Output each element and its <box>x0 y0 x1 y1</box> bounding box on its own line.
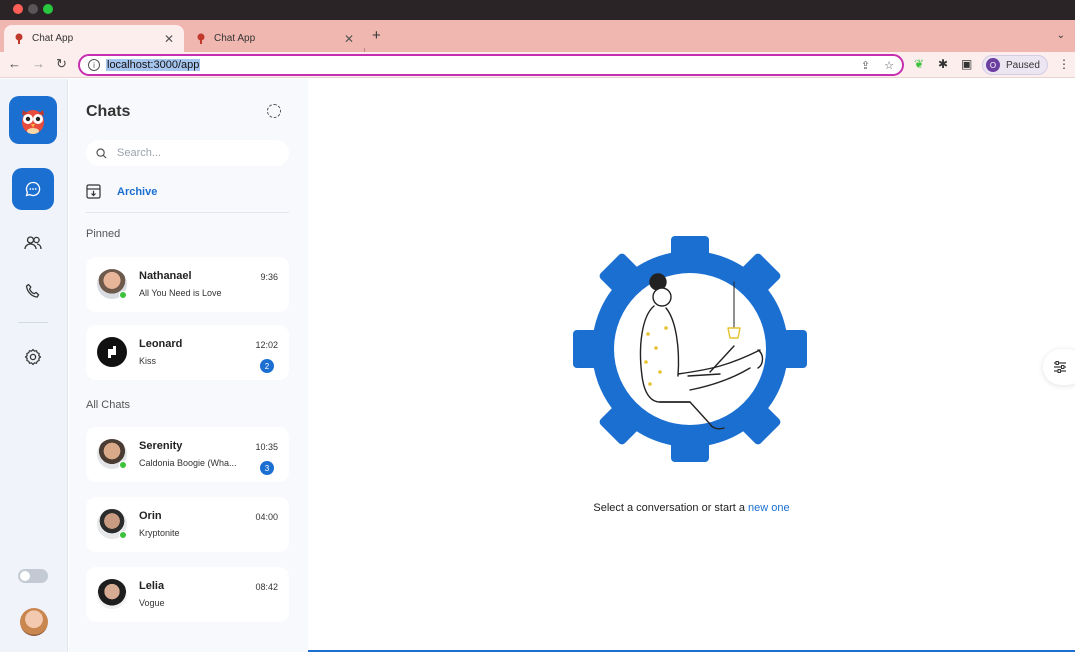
favicon-icon <box>196 33 206 45</box>
minimize-window-button[interactable] <box>28 4 38 14</box>
nav-groups-button[interactable] <box>12 222 54 264</box>
address-bar[interactable]: i localhost:3000/app ⇪ ☆ <box>78 54 904 76</box>
list-divider <box>86 212 289 213</box>
unread-badge: 2 <box>260 359 274 373</box>
avatar-logo-icon <box>108 346 116 358</box>
message-time: 12:02 <box>255 340 278 350</box>
theme-toggle[interactable] <box>18 569 48 583</box>
new-conversation-link[interactable]: new one <box>748 502 790 514</box>
nav-chats-button[interactable] <box>12 168 54 210</box>
online-indicator <box>119 531 127 539</box>
extensions-puzzle-icon[interactable]: ✱ <box>938 57 948 71</box>
contact-name: Nathanael <box>139 270 192 282</box>
profile-avatar: O <box>986 58 1000 72</box>
owl-logo-icon <box>22 110 44 134</box>
back-arrow-icon[interactable]: ← <box>8 56 21 71</box>
message-time: 04:00 <box>255 512 278 522</box>
gear-icon <box>24 348 42 366</box>
nav-calls-button[interactable] <box>12 270 54 312</box>
current-user-avatar[interactable] <box>20 608 48 636</box>
last-message: Vogue <box>139 598 165 608</box>
search-box[interactable] <box>86 140 289 166</box>
favicon-icon <box>14 33 24 45</box>
search-input[interactable] <box>117 147 267 159</box>
last-message: Kiss <box>139 356 157 366</box>
empty-state-message: Select a conversation or start a new one <box>308 502 1075 514</box>
filter-button[interactable] <box>1043 349 1075 385</box>
chat-item-nathanael[interactable]: Nathanael All You Need is Love 9:36 <box>86 257 289 312</box>
browser-tabstrip: Chat App ✕ Chat App ✕ + ⌄ <box>0 20 1075 64</box>
new-tab-icon[interactable]: + <box>372 27 381 44</box>
search-icon <box>96 147 107 158</box>
chat-item-leonard[interactable]: Leonard Kiss 12:02 2 <box>86 325 289 380</box>
contact-name: Lelia <box>139 580 165 592</box>
reload-icon[interactable]: ↻ <box>56 56 67 72</box>
message-time: 08:42 <box>255 582 278 592</box>
nav-rail <box>0 79 68 652</box>
online-indicator <box>119 291 127 299</box>
chat-item-orin[interactable]: Orin Kryptonite 04:00 <box>86 497 289 552</box>
tab-search-chevron-icon[interactable]: ⌄ <box>1057 30 1065 41</box>
contact-name: Serenity <box>139 440 183 452</box>
archive-row[interactable]: Archive <box>86 184 157 199</box>
bookmark-star-icon[interactable]: ☆ <box>884 59 894 72</box>
tab-title: Chat App <box>32 33 74 44</box>
online-indicator <box>119 461 127 469</box>
url-text[interactable]: localhost:3000/app <box>106 59 201 71</box>
archive-label: Archive <box>117 185 158 198</box>
chat-bubble-icon <box>25 181 41 197</box>
side-panel-icon[interactable]: ▣ <box>961 57 972 71</box>
users-icon <box>24 236 42 250</box>
all-chats-section-label: All Chats <box>86 399 131 411</box>
empty-state-prefix: Select a conversation or start a <box>593 502 749 514</box>
site-info-icon[interactable]: i <box>88 59 100 71</box>
pinned-section-label: Pinned <box>86 228 121 240</box>
chat-item-serenity[interactable]: Serenity Caldonia Boogie (Wha... 10:35 3 <box>86 427 289 482</box>
last-message: Caldonia Boogie (Wha... <box>139 458 237 468</box>
profile-button[interactable]: O Paused <box>982 55 1048 75</box>
empty-state-illustration <box>573 236 807 462</box>
browser-tab[interactable]: Chat App ✕ <box>186 25 364 52</box>
close-window-button[interactable] <box>13 4 23 14</box>
tab-title: Chat App <box>214 33 256 44</box>
close-tab-icon[interactable]: ✕ <box>344 32 354 46</box>
chat-app: Chats Archive Pinned Nathanael All You N… <box>0 79 1075 652</box>
nav-settings-button[interactable] <box>12 336 54 378</box>
share-icon[interactable]: ⇪ <box>861 59 870 72</box>
filter-icon <box>1054 361 1066 373</box>
maximize-window-button[interactable] <box>43 4 53 14</box>
contact-name: Leonard <box>139 338 183 350</box>
browser-toolbar: ← → ↻ i localhost:3000/app ⇪ ☆ ❦ ✱ ▣ O P… <box>0 52 1075 78</box>
contact-name: Orin <box>139 510 162 522</box>
new-status-icon[interactable] <box>267 104 281 118</box>
profile-status: Paused <box>1006 59 1040 71</box>
message-time: 10:35 <box>255 442 278 452</box>
toggle-knob <box>20 571 30 581</box>
window-titlebar <box>0 0 1075 20</box>
contact-avatar <box>97 579 127 609</box>
browser-tab-active[interactable]: Chat App ✕ <box>4 25 184 52</box>
last-message: Kryptonite <box>139 528 180 538</box>
contact-avatar <box>97 337 127 367</box>
rail-divider <box>18 322 48 323</box>
browser-menu-icon[interactable]: ⋮ <box>1058 57 1070 71</box>
close-tab-icon[interactable]: ✕ <box>164 32 174 46</box>
app-logo <box>9 96 57 144</box>
last-message: All You Need is Love <box>139 288 222 298</box>
panel-title: Chats <box>86 103 131 120</box>
unread-badge: 3 <box>260 461 274 475</box>
forward-arrow-icon[interactable]: → <box>32 56 45 71</box>
chat-list-panel: Chats Archive Pinned Nathanael All You N… <box>69 79 308 652</box>
archive-icon <box>86 184 101 199</box>
chat-item-lelia[interactable]: Lelia Vogue 08:42 <box>86 567 289 622</box>
extension-leaf-icon[interactable]: ❦ <box>914 57 924 71</box>
phone-icon <box>25 283 40 298</box>
conversation-area: Select a conversation or start a new one <box>308 79 1075 652</box>
message-time: 9:36 <box>260 272 278 282</box>
